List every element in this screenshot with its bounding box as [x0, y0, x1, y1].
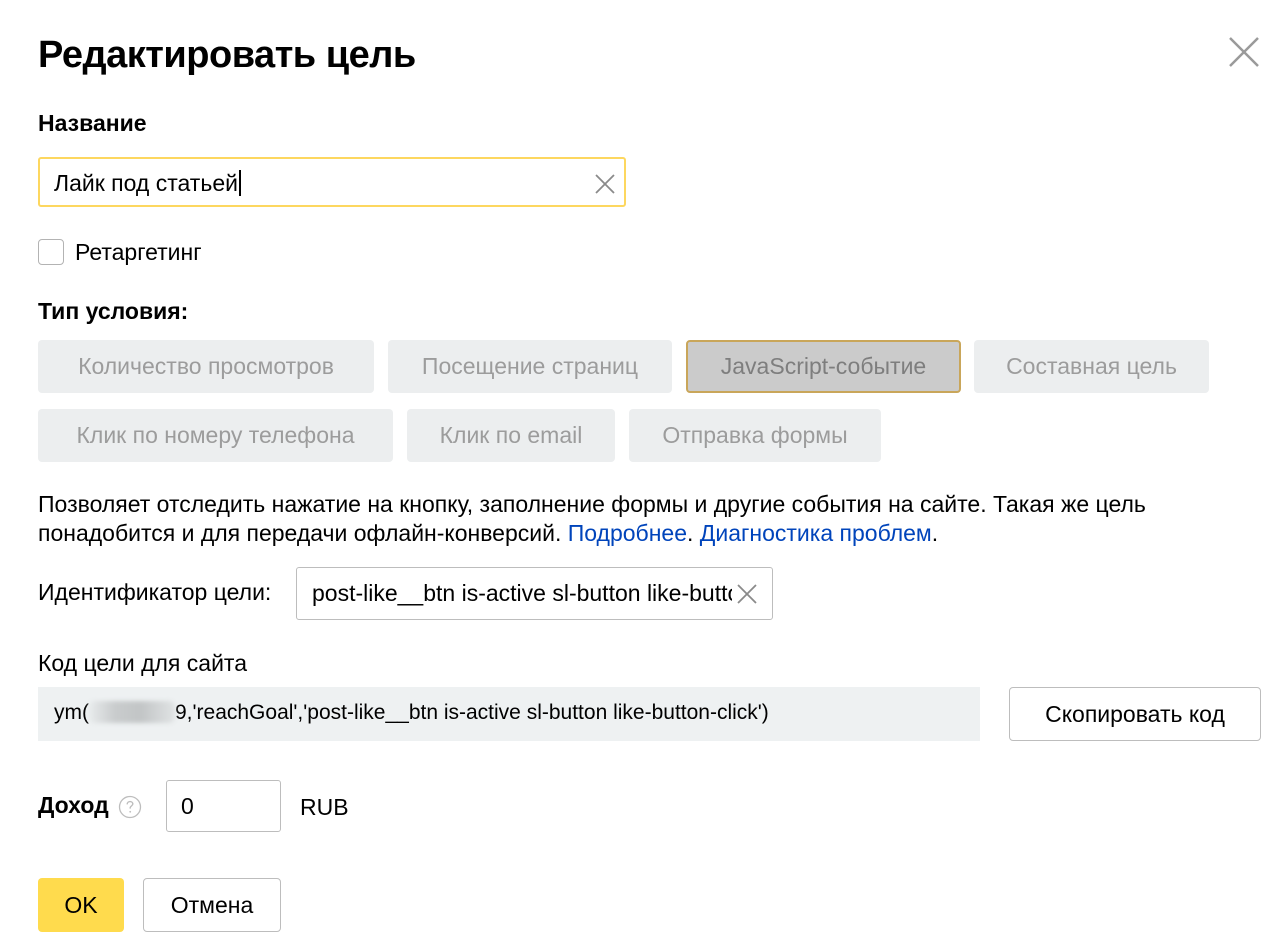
ok-button[interactable]: OK [38, 878, 124, 932]
goal-id-label: Идентификатор цели: [38, 579, 272, 605]
text-caret [238, 170, 241, 196]
clear-name-icon[interactable] [594, 173, 616, 195]
more-link[interactable]: Подробнее [568, 520, 687, 546]
condition-option-phone-click[interactable]: Клик по номеру телефона [38, 409, 393, 462]
site-code-label: Код цели для сайта [38, 650, 247, 676]
code-suffix: 9,'reachGoal','post-like__btn is-active … [175, 701, 769, 724]
income-value: 0 [181, 793, 194, 819]
condition-option-pageviews[interactable]: Количество просмотров [38, 340, 374, 393]
name-input[interactable]: Лайк под статьей [38, 157, 626, 207]
help-icon[interactable] [118, 795, 142, 819]
diagnostics-link[interactable]: Диагностика проблем [700, 520, 932, 546]
close-icon[interactable] [1226, 34, 1262, 70]
description-end: . [931, 520, 939, 546]
goal-id-input[interactable]: post-like__btn is-active sl-button like-… [296, 567, 773, 620]
blurred-counter-id [89, 701, 175, 723]
income-label: Доход [38, 792, 109, 818]
currency-label: RUB [300, 794, 349, 820]
name-input-value: Лайк под статьей [54, 170, 238, 196]
condition-option-composite-goal[interactable]: Составная цель [974, 340, 1209, 393]
income-input[interactable]: 0 [166, 780, 281, 832]
retargeting-checkbox[interactable] [38, 239, 64, 265]
dialog-title: Редактировать цель [38, 34, 416, 76]
condition-option-form-submit[interactable]: Отправка формы [629, 409, 881, 462]
condition-option-javascript-event[interactable]: JavaScript-событие [686, 340, 961, 393]
condition-option-email-click[interactable]: Клик по email [407, 409, 615, 462]
condition-option-page-visits[interactable]: Посещение страниц [388, 340, 672, 393]
condition-type-label: Тип условия: [38, 298, 189, 324]
cancel-button[interactable]: Отмена [143, 878, 281, 932]
retargeting-label[interactable]: Ретаргетинг [75, 239, 202, 266]
condition-description: Позволяет отследить нажатие на кнопку, з… [38, 490, 1258, 548]
description-separator: . [687, 520, 700, 546]
goal-id-value: post-like__btn is-active sl-button like-… [312, 580, 732, 606]
copy-code-button[interactable]: Скопировать код [1009, 687, 1261, 741]
clear-goal-id-icon[interactable] [736, 583, 758, 605]
name-label: Название [38, 110, 147, 136]
site-code-box: ym( 9,'reachGoal','post-like__btn is-acti… [38, 687, 980, 741]
code-prefix: ym( [54, 701, 89, 724]
